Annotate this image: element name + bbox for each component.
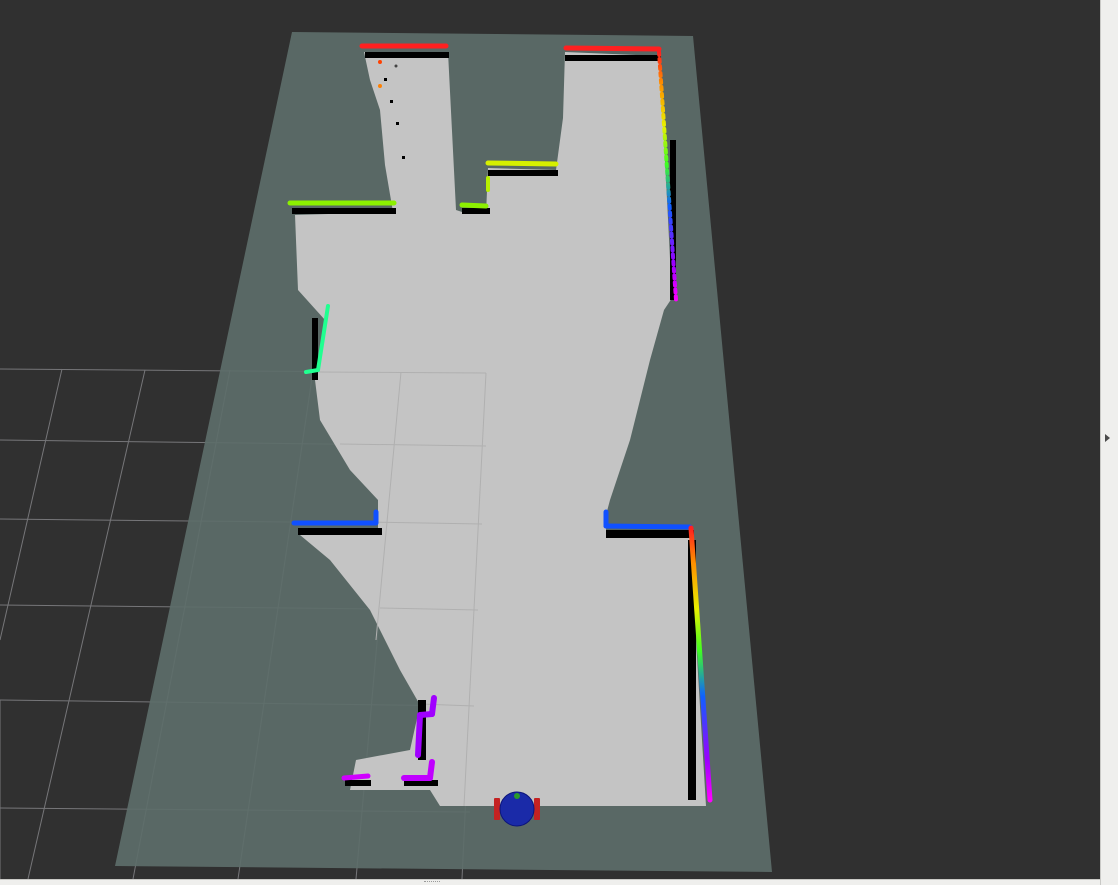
render-viewport[interactable] (0, 0, 1100, 879)
triangle-right-icon[interactable] (1105, 434, 1110, 442)
3d-scene[interactable] (0, 0, 1100, 879)
splitter-grip-icon[interactable] (424, 881, 440, 884)
side-panel-collapsed[interactable] (1100, 0, 1118, 885)
bottom-splitter[interactable] (0, 879, 1100, 885)
left-wheel (494, 798, 500, 820)
robot-sensor (514, 793, 520, 799)
right-wheel (534, 798, 540, 820)
